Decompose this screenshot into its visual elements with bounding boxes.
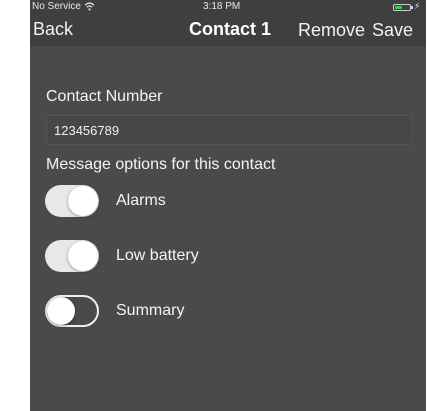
battery-level: [395, 6, 402, 9]
toggle-knob: [68, 186, 98, 216]
option-row-alarms: Alarms: [45, 185, 166, 217]
toggle-knob: [68, 241, 98, 271]
status-time: 3:18 PM: [203, 1, 241, 12]
navigation-bar: No Service 3:18 PM ⚡ Back Contact 1 Remo…: [30, 0, 426, 46]
save-button[interactable]: Save: [372, 20, 413, 41]
battery-icon: [393, 4, 411, 11]
status-carrier: No Service: [32, 1, 95, 12]
toggle-knob: [47, 297, 75, 325]
summary-label: Summary: [116, 302, 185, 319]
alarms-label: Alarms: [116, 192, 166, 209]
phone-screen: No Service 3:18 PM ⚡ Back Contact 1 Remo…: [30, 0, 426, 411]
low-battery-toggle[interactable]: [45, 240, 99, 272]
carrier-label: No Service: [32, 1, 81, 12]
option-row-low-battery: Low battery: [45, 240, 199, 272]
summary-toggle[interactable]: [45, 295, 99, 327]
battery-tip: [411, 6, 413, 9]
page-title: Contact 1: [189, 19, 272, 39]
back-button[interactable]: Back: [33, 19, 73, 40]
charging-bolt-icon: ⚡: [414, 1, 421, 11]
contact-number-label: Contact Number: [46, 88, 163, 105]
alarms-toggle[interactable]: [45, 185, 99, 217]
low-battery-label: Low battery: [116, 247, 199, 264]
message-options-label: Message options for this contact: [46, 156, 276, 173]
remove-button[interactable]: Remove: [298, 20, 365, 41]
contact-number-field[interactable]: [46, 115, 412, 145]
option-row-summary: Summary: [45, 295, 184, 327]
wifi-icon: [84, 2, 95, 11]
